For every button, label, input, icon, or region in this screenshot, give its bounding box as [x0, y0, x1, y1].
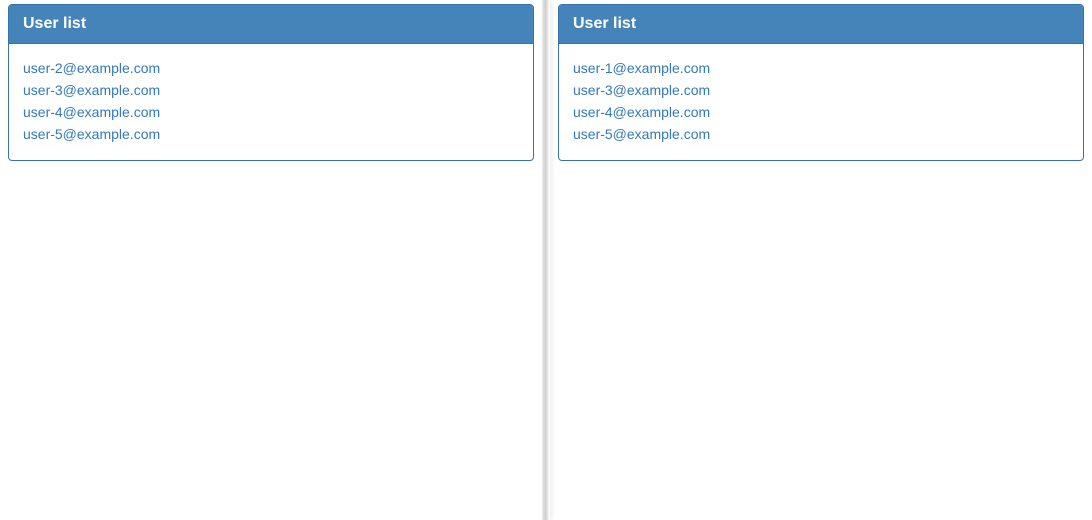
- user-link[interactable]: user-5@example.com: [573, 124, 1069, 145]
- pane-divider: [542, 0, 550, 520]
- left-pane: User list user-2@example.com user-3@exam…: [0, 0, 542, 520]
- user-link[interactable]: user-4@example.com: [23, 102, 519, 123]
- user-list-body-left: user-2@example.com user-3@example.com us…: [9, 44, 533, 160]
- user-list-body-right: user-1@example.com user-3@example.com us…: [559, 44, 1083, 160]
- user-list-panel-right: User list user-1@example.com user-3@exam…: [558, 4, 1084, 161]
- right-pane: User list user-1@example.com user-3@exam…: [550, 0, 1092, 520]
- user-link[interactable]: user-3@example.com: [573, 80, 1069, 101]
- user-list-panel-left: User list user-2@example.com user-3@exam…: [8, 4, 534, 161]
- panel-title: User list: [559, 5, 1083, 44]
- panel-title: User list: [9, 5, 533, 44]
- user-link[interactable]: user-1@example.com: [573, 58, 1069, 79]
- user-link[interactable]: user-3@example.com: [23, 80, 519, 101]
- user-link[interactable]: user-4@example.com: [573, 102, 1069, 123]
- user-link[interactable]: user-5@example.com: [23, 124, 519, 145]
- split-view: User list user-2@example.com user-3@exam…: [0, 0, 1092, 520]
- user-link[interactable]: user-2@example.com: [23, 58, 519, 79]
